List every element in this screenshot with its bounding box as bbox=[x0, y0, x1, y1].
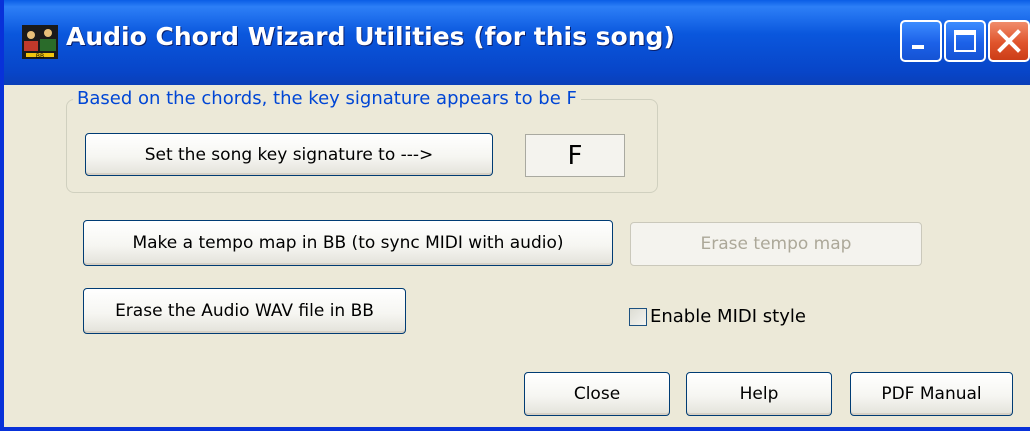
minimize-button[interactable] bbox=[900, 20, 942, 62]
enable-midi-style-label[interactable]: Enable MIDI style bbox=[650, 306, 806, 327]
close-window-button[interactable] bbox=[988, 20, 1030, 62]
title-bar[interactable]: BB Audio Chord Wizard Utilities (for thi… bbox=[4, 0, 1030, 85]
window-title: Audio Chord Wizard Utilities (for this s… bbox=[66, 22, 675, 51]
enable-midi-style-checkbox[interactable] bbox=[629, 308, 647, 326]
maximize-icon bbox=[954, 30, 976, 52]
set-key-signature-button[interactable]: Set the song key signature to ---> bbox=[85, 133, 493, 176]
band-in-a-box-icon: BB bbox=[22, 25, 58, 60]
help-button[interactable]: Help bbox=[686, 372, 832, 416]
key-signature-value: F bbox=[525, 134, 625, 177]
close-button[interactable]: Close bbox=[524, 372, 670, 416]
close-icon bbox=[997, 29, 1021, 53]
key-group-label: Based on the chords, the key signature a… bbox=[73, 88, 581, 110]
maximize-button[interactable] bbox=[944, 20, 986, 62]
dialog-window: BB Audio Chord Wizard Utilities (for thi… bbox=[0, 0, 1030, 431]
dialog-client-area: Based on the chords, the key signature a… bbox=[4, 85, 1030, 427]
minimize-icon bbox=[912, 45, 924, 49]
make-tempo-map-button[interactable]: Make a tempo map in BB (to sync MIDI wit… bbox=[83, 220, 613, 266]
svg-text:BB: BB bbox=[36, 53, 44, 59]
erase-tempo-map-button: Erase tempo map bbox=[630, 222, 922, 266]
erase-audio-wav-button[interactable]: Erase the Audio WAV file in BB bbox=[83, 288, 406, 334]
pdf-manual-button[interactable]: PDF Manual bbox=[850, 372, 1013, 416]
